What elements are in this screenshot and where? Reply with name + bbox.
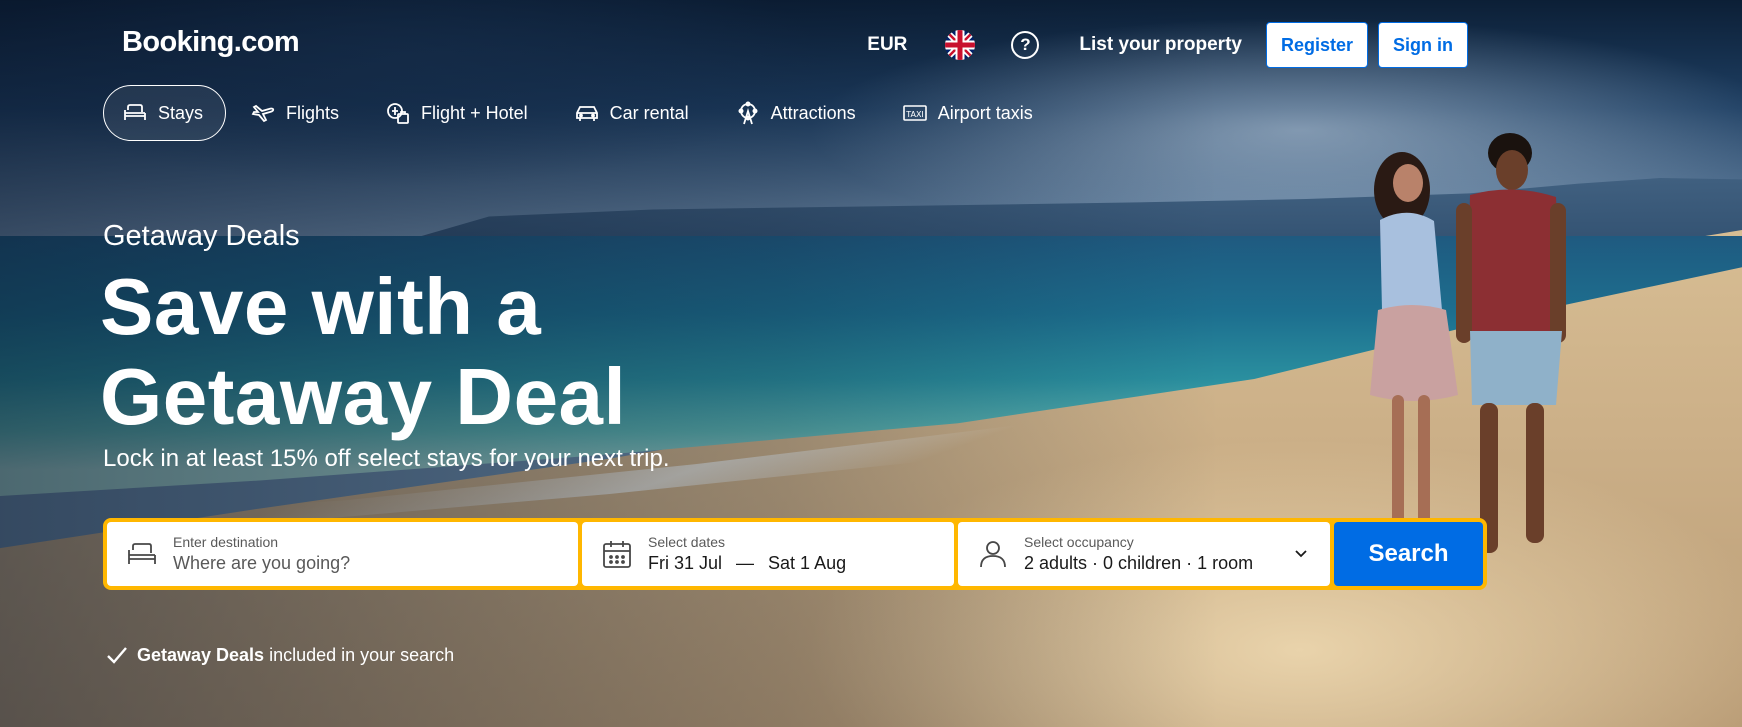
nav-label-car-rental: Car rental [609, 102, 689, 123]
deals-note: Getaway Deals included in your search [105, 643, 454, 667]
check-out-date[interactable]: Sat 1 Aug [768, 553, 846, 573]
dates-field[interactable]: Select dates Fri 31 Jul — Sat 1 Aug [582, 522, 954, 586]
list-property-link[interactable]: List your property [1079, 34, 1242, 56]
header-actions: EUR ? List your property Register Sign i… [867, 22, 1468, 68]
nav-item-flights[interactable]: Flights [232, 85, 361, 141]
person-icon [980, 541, 1006, 568]
nav-label-flight-hotel: Flight + Hotel [421, 102, 528, 123]
occupancy-value: 2 adults · 0 children · 1 room [1024, 553, 1254, 573]
bed-icon [128, 543, 156, 564]
deals-note-text: included in your search [269, 644, 455, 665]
date-separator: — [736, 553, 755, 573]
plane-icon [251, 104, 275, 123]
product-nav: Stays Flights Flight + Hotel Car rental … [103, 85, 1061, 141]
register-button[interactable]: Register [1265, 22, 1368, 68]
search-button[interactable]: Search [1334, 522, 1483, 586]
top-header: Booking.com EUR ? List your property Reg… [0, 0, 1742, 72]
checkmark-icon [107, 647, 127, 664]
nav-label-attractions: Attractions [770, 102, 856, 123]
occupancy-label: Select occupancy [1024, 534, 1134, 550]
uk-flag-icon[interactable] [945, 30, 976, 60]
nav-item-attractions[interactable]: Attractions [717, 85, 878, 141]
ferris-wheel-icon [738, 101, 758, 125]
booking-logo[interactable]: Booking.com [122, 26, 300, 59]
search-box: Enter destination Where are you going? S… [103, 518, 1487, 590]
destination-field[interactable]: Enter destination Where are you going? [107, 522, 578, 586]
nav-item-flight-hotel[interactable]: Flight + Hotel [367, 85, 550, 141]
nav-item-stays[interactable]: Stays [103, 85, 227, 141]
occupancy-field[interactable]: Select occupancy 2 adults · 0 children ·… [958, 522, 1330, 586]
hero-headline: Save with a Getaway Deal [100, 262, 627, 441]
svg-text:TAXI: TAXI [905, 110, 924, 119]
currency-selector[interactable]: EUR [867, 34, 907, 56]
flight-hotel-icon [387, 103, 409, 124]
car-icon [575, 106, 598, 121]
nav-item-car-rental[interactable]: Car rental [556, 85, 711, 141]
nav-label-flights: Flights [286, 102, 340, 123]
dates-label: Select dates [648, 534, 726, 550]
sign-in-button[interactable]: Sign in [1378, 22, 1468, 68]
chevron-down-icon[interactable] [1292, 544, 1310, 562]
question-circle-icon[interactable]: ? [1011, 31, 1040, 59]
deals-note-bold: Getaway Deals [137, 644, 265, 665]
destination-input[interactable]: Where are you going? [173, 551, 350, 575]
nav-label-airport-taxis: Airport taxis [937, 102, 1033, 123]
taxi-icon: TAXI [902, 105, 927, 121]
hero-eyebrow: Getaway Deals [103, 220, 300, 252]
check-in-date[interactable]: Fri 31 Jul [648, 553, 722, 573]
calendar-icon [603, 541, 631, 568]
nav-label-stays: Stays [158, 102, 204, 123]
nav-item-airport-taxis[interactable]: TAXI Airport taxis [884, 85, 1055, 141]
hero-subline: Lock in at least 15% off select stays fo… [103, 445, 670, 472]
dates-value: Fri 31 Jul — Sat 1 Aug [648, 551, 846, 575]
bed-icon [124, 104, 146, 120]
destination-label: Enter destination [173, 534, 279, 550]
